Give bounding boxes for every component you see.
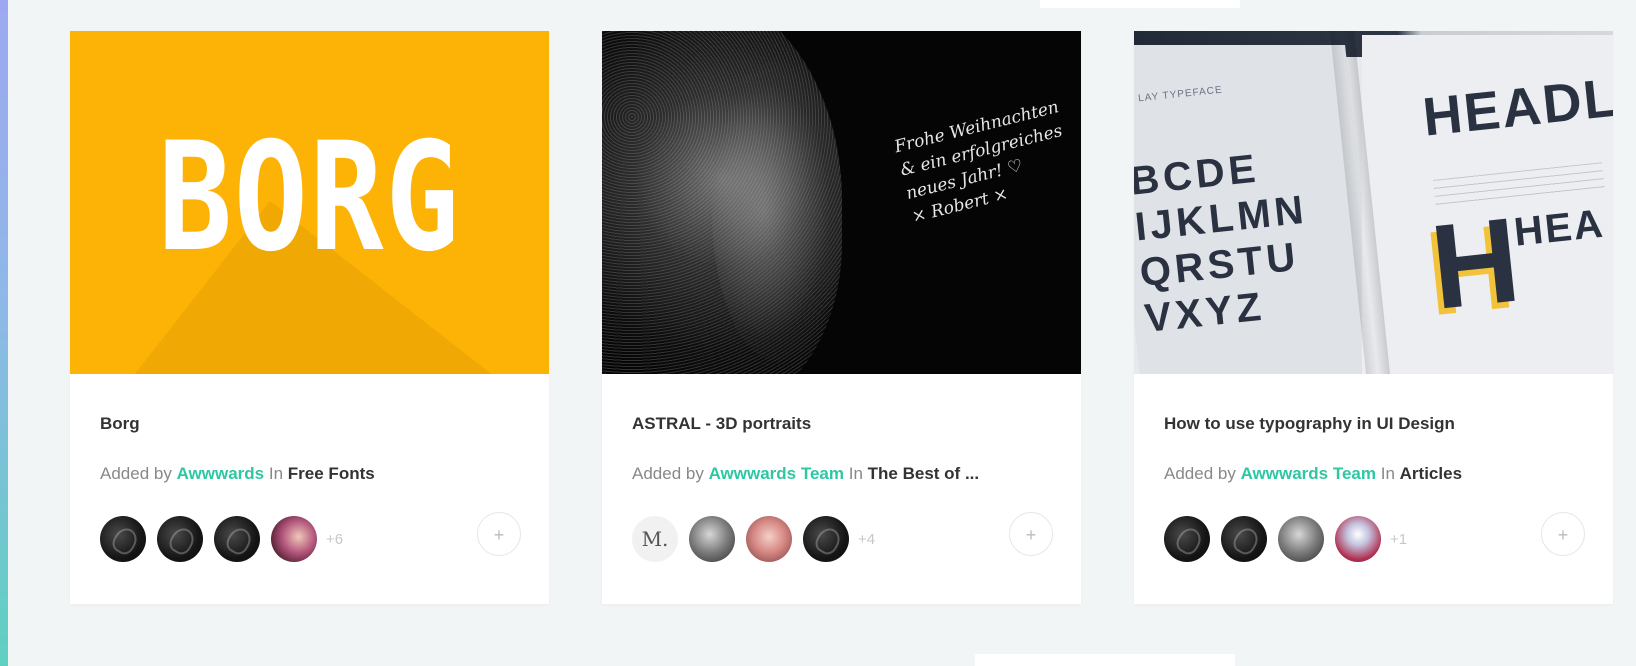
avatar[interactable]: [100, 516, 146, 562]
more-avatars-count[interactable]: +4: [858, 531, 875, 548]
avatar[interactable]: M.: [632, 516, 678, 562]
plus-icon: +: [1025, 525, 1037, 545]
card-astral[interactable]: Frohe Weihnachten & ein erfolgreiches ne…: [602, 31, 1081, 604]
avatar[interactable]: [746, 516, 792, 562]
added-by-label: Added by: [1164, 464, 1236, 483]
thumbnail-wordmark: BORG: [158, 111, 461, 285]
avatar[interactable]: [803, 516, 849, 562]
card-thumbnail[interactable]: BORG: [70, 31, 549, 374]
card-title[interactable]: How to use typography in UI Design: [1164, 414, 1583, 434]
top-tab: [1040, 0, 1240, 8]
added-by-label: Added by: [632, 464, 704, 483]
author-link[interactable]: Awwwards Team: [1241, 464, 1376, 483]
card-borg[interactable]: BORG Borg Added by Awwwards In Free Font…: [70, 31, 549, 604]
left-edge-strip: [0, 0, 8, 666]
plus-icon: +: [493, 525, 505, 545]
collection-link[interactable]: Free Fonts: [288, 464, 375, 483]
more-avatars-count[interactable]: +6: [326, 531, 343, 548]
in-label: In: [268, 464, 284, 483]
card-body: How to use typography in UI Design Added…: [1134, 374, 1613, 604]
card-title[interactable]: Borg: [100, 414, 519, 434]
avatar-list: M. +4: [632, 516, 1051, 562]
avatar-list: +1: [1164, 516, 1583, 562]
thumbnail-handwriting: Frohe Weihnachten & ein erfolgreiches ne…: [892, 97, 1065, 228]
in-label: In: [848, 464, 863, 483]
thumbnail-alphabet: BCDE IJKLMN QRSTU VXYZ: [1134, 146, 1310, 341]
added-by-label: Added by: [100, 464, 172, 483]
portrait-highlight: [712, 61, 842, 361]
bottom-tab: [975, 654, 1235, 666]
avatar[interactable]: [214, 516, 260, 562]
more-avatars-count[interactable]: +1: [1390, 531, 1407, 548]
card-body: Borg Added by Awwwards In Free Fonts +6 …: [70, 374, 549, 604]
add-to-collection-button[interactable]: +: [1541, 512, 1585, 556]
avatar[interactable]: [1221, 516, 1267, 562]
plus-icon: +: [1557, 525, 1569, 545]
add-to-collection-button[interactable]: +: [1009, 512, 1053, 556]
avatar[interactable]: [689, 516, 735, 562]
card-title[interactable]: ASTRAL - 3D portraits: [632, 414, 1051, 434]
in-label: In: [1380, 464, 1395, 483]
collection-link[interactable]: The Best of ...: [868, 464, 979, 483]
card-meta: Added by Awwwards Team In Articles: [1164, 464, 1583, 484]
author-link[interactable]: Awwwards: [177, 464, 265, 483]
avatar-list: +6: [100, 516, 519, 562]
card-meta: Added by Awwwards Team In The Best of ..…: [632, 464, 1051, 484]
collection-link[interactable]: Articles: [1400, 464, 1462, 483]
thumbnail-small-word: HEA: [1512, 201, 1607, 255]
avatar[interactable]: [1164, 516, 1210, 562]
card-thumbnail[interactable]: LAY TYPEFACE BCDE IJKLMN QRSTU VXYZ HEAD…: [1134, 31, 1613, 374]
card-meta: Added by Awwwards In Free Fonts: [100, 464, 519, 484]
page: BORG Borg Added by Awwwards In Free Font…: [0, 0, 1636, 666]
avatar[interactable]: [157, 516, 203, 562]
author-link[interactable]: Awwwards Team: [709, 464, 844, 483]
avatar[interactable]: [1335, 516, 1381, 562]
thumbnail-big-letter: H: [1425, 192, 1526, 335]
card-grid: BORG Borg Added by Awwwards In Free Font…: [70, 31, 1613, 604]
card-typography[interactable]: LAY TYPEFACE BCDE IJKLMN QRSTU VXYZ HEAD…: [1134, 31, 1613, 604]
add-to-collection-button[interactable]: +: [477, 512, 521, 556]
card-thumbnail[interactable]: Frohe Weihnachten & ein erfolgreiches ne…: [602, 31, 1081, 374]
card-body: ASTRAL - 3D portraits Added by Awwwards …: [602, 374, 1081, 604]
avatar[interactable]: [271, 516, 317, 562]
avatar[interactable]: [1278, 516, 1324, 562]
